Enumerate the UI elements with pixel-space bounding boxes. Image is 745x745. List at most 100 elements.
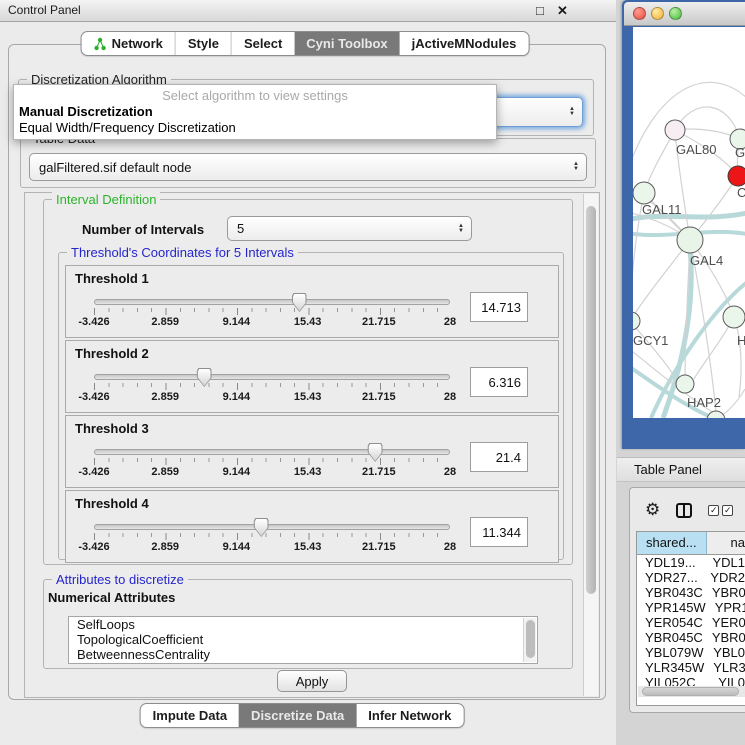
table-row[interactable]: YLR345WYLR3 — [637, 660, 745, 675]
threshold-3-label: Threshold 3 — [75, 421, 149, 436]
close-window-icon[interactable]: ✕ — [557, 0, 568, 22]
slider-ticks — [94, 533, 450, 540]
settings-scrollbar[interactable] — [583, 194, 598, 696]
network-graph: GAL80 GA C GAL11 GAL4 GCY1 H HAP2 — [633, 27, 745, 418]
tab-network[interactable]: Network — [82, 32, 175, 55]
slider-thumb[interactable] — [368, 443, 383, 462]
close-traffic-light-icon[interactable] — [633, 7, 646, 20]
slider-thumb[interactable] — [197, 368, 212, 387]
tab-select[interactable]: Select — [231, 32, 294, 55]
node-gal4[interactable] — [677, 227, 703, 253]
tab-impute-data[interactable]: Impute Data — [141, 704, 239, 727]
table-row[interactable]: YDL19...YDL1 — [637, 555, 745, 570]
screen: Control Panel □ ✕ Network Style Select — [0, 0, 745, 745]
algorithm-option-manual[interactable]: Manual Discretization — [14, 104, 496, 120]
algorithm-option-equal-width[interactable]: Equal Width/Frequency Discretization — [14, 120, 496, 136]
number-of-intervals-combo[interactable]: 5 ▲▼ — [227, 216, 472, 241]
node-gal11[interactable] — [633, 182, 655, 204]
slider-track[interactable] — [94, 299, 450, 305]
algorithm-dropdown-popup: Select algorithm to view settings Manual… — [13, 84, 497, 140]
threshold-4-slider[interactable]: -3.4262.859 9.14415.43 21.71528 — [94, 523, 450, 553]
algorithm-placeholder-item[interactable]: Select algorithm to view settings — [14, 85, 496, 104]
control-panel-tabbar: Network Style Select Cyni Toolbox jActiv… — [81, 31, 530, 56]
node-gal80[interactable] — [665, 120, 685, 140]
node-bottom[interactable] — [707, 411, 725, 418]
zoom-traffic-light-icon[interactable] — [669, 7, 682, 20]
combo-stepper-icon: ▲▼ — [573, 162, 579, 172]
slider-track[interactable] — [94, 524, 450, 530]
node-label: C — [737, 185, 745, 200]
table-horizontal-scrollbar[interactable] — [638, 686, 745, 697]
list-item[interactable]: SelfLoops — [69, 617, 537, 632]
apply-button[interactable]: Apply — [277, 670, 347, 692]
threshold-1-panel: Threshold 1 -3.4262.859 9.14415.43 21.71… — [65, 265, 559, 338]
node-h[interactable] — [723, 306, 745, 328]
table-row[interactable]: YER054CYER0 — [637, 615, 745, 630]
threshold-3-slider[interactable]: -3.4262.859 9.14415.43 21.71528 — [94, 448, 450, 478]
float-window-icon[interactable]: □ — [536, 0, 544, 22]
tab-jactivemnodules[interactable]: jActiveMNodules — [400, 32, 529, 55]
table-toolbar: ⚙ ✓ ✓ — [630, 494, 745, 526]
threshold-2-value-field[interactable]: 6.316 — [470, 367, 528, 397]
checkbox-group: ✓ ✓ — [708, 505, 733, 516]
attributes-group-title: Attributes to discretize — [52, 572, 188, 587]
node-label: GCY1 — [633, 333, 668, 348]
gear-icon[interactable]: ⚙ — [645, 502, 660, 519]
threshold-1-slider[interactable]: -3.4262.859 9.14415.43 21.71528 — [94, 298, 450, 328]
node-label: GA — [735, 145, 745, 160]
column-chooser-icon[interactable] — [676, 503, 692, 518]
tab-network-label: Network — [112, 36, 163, 51]
tab-style[interactable]: Style — [175, 32, 231, 55]
tab-jactivemnodules-label: jActiveMNodules — [412, 36, 517, 51]
network-view-window: GAL80 GA C GAL11 GAL4 GCY1 H HAP2 — [622, 0, 745, 449]
column-header-shared[interactable]: shared... — [637, 532, 707, 554]
number-of-intervals-label: Number of Intervals — [82, 222, 204, 237]
node-label: GAL11 — [642, 202, 682, 217]
tab-infer-network[interactable]: Infer Network — [356, 704, 463, 727]
numerical-attributes-label: Numerical Attributes — [48, 590, 175, 605]
threshold-coordinates-group-title: Threshold's Coordinates for 5 Intervals — [67, 245, 298, 260]
checkbox-icon[interactable]: ✓ — [708, 505, 719, 516]
table-data-combo-value: galFiltered.sif default node — [39, 160, 191, 175]
numerical-attributes-list: SelfLoops TopologicalCoefficient Between… — [68, 616, 538, 664]
node-hap2[interactable] — [676, 375, 694, 393]
threshold-1-value-field[interactable]: 14.713 — [470, 292, 528, 322]
threshold-3-value-field[interactable]: 21.4 — [470, 442, 528, 472]
slider-track[interactable] — [94, 449, 450, 455]
node-gcy1[interactable] — [633, 312, 640, 330]
node-label: GAL4 — [690, 253, 723, 268]
node-selected-red[interactable] — [728, 166, 745, 186]
column-header-name[interactable]: na — [707, 532, 745, 554]
threshold-2-panel: Threshold 2 -3.4262.859 9.14415.43 21.71… — [65, 340, 559, 413]
threshold-4-value-field[interactable]: 11.344 — [470, 517, 528, 547]
table-horizontal-scrollbar-thumb[interactable] — [642, 687, 739, 696]
number-of-intervals-value: 5 — [237, 221, 244, 236]
table-row[interactable]: YDR27...YDR2 — [637, 570, 745, 585]
slider-tick-labels: -3.4262.859 9.14415.43 21.71528 — [94, 541, 450, 553]
tab-select-label: Select — [244, 36, 282, 51]
minimize-traffic-light-icon[interactable] — [651, 7, 664, 20]
threshold-2-slider[interactable]: -3.4262.859 9.14415.43 21.71528 — [94, 373, 450, 403]
table-row[interactable]: YBR045CYBR0 — [637, 630, 745, 645]
checkbox-icon[interactable]: ✓ — [722, 505, 733, 516]
tab-discretize-data[interactable]: Discretize Data — [239, 704, 356, 727]
table-header-row: shared... na — [637, 532, 745, 555]
attributes-group: Attributes to discretize Numerical Attri… — [43, 579, 573, 669]
table-row[interactable]: YBR043CYBR0 — [637, 585, 745, 600]
slider-thumb[interactable] — [292, 293, 307, 312]
control-panel-title: Control Panel — [8, 3, 81, 17]
table-data-combo[interactable]: galFiltered.sif default node ▲▼ — [29, 153, 587, 181]
attributes-list-scrollbar[interactable] — [523, 618, 536, 662]
settings-scrollbar-thumb[interactable] — [586, 206, 596, 594]
threshold-1-label: Threshold 1 — [75, 271, 149, 286]
table-row[interactable]: YBL079WYBL0 — [637, 645, 745, 660]
list-item[interactable]: BetweennessCentrality — [69, 647, 537, 662]
slider-thumb[interactable] — [254, 518, 269, 537]
table-row[interactable]: YPR145WYPR1 — [637, 600, 745, 615]
table-panel-title: Table Panel — [634, 462, 702, 477]
list-item[interactable]: TopologicalCoefficient — [69, 632, 537, 647]
tab-cyni-toolbox[interactable]: Cyni Toolbox — [294, 32, 399, 55]
slider-track[interactable] — [94, 374, 450, 380]
network-canvas[interactable]: GAL80 GA C GAL11 GAL4 GCY1 H HAP2 — [633, 27, 745, 418]
table-panel-header: Table Panel — [617, 457, 745, 482]
